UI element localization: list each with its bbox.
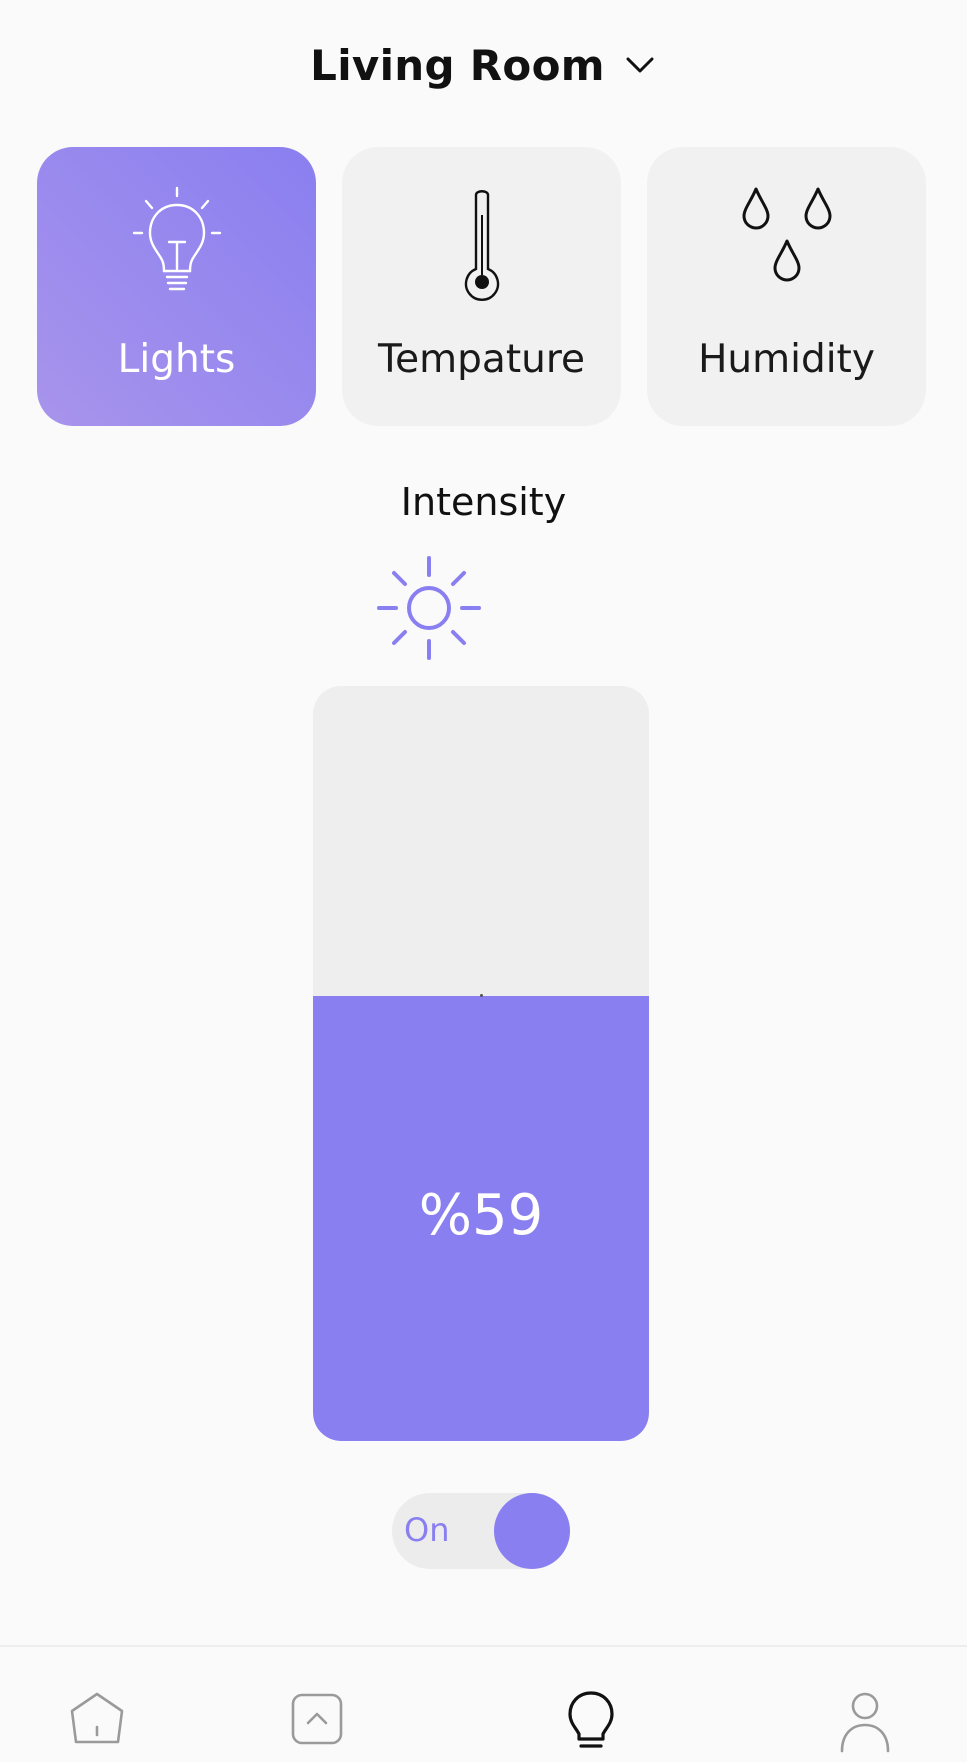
thermometer-icon: [342, 185, 621, 305]
intensity-value: %59: [418, 1182, 544, 1248]
nav-home[interactable]: [62, 1689, 132, 1759]
nav-profile[interactable]: [830, 1689, 900, 1759]
lightbulb-icon: [37, 185, 316, 305]
droplets-icon: [647, 185, 926, 305]
power-toggle[interactable]: On: [392, 1493, 570, 1569]
toggle-knob: [494, 1493, 570, 1569]
intensity-label: Intensity: [400, 480, 567, 524]
nav-lights[interactable]: [556, 1689, 626, 1759]
lightbulb-icon: [561, 1689, 621, 1759]
category-tabs: Lights Tempature Humidity: [37, 147, 926, 426]
user-icon: [835, 1689, 895, 1759]
bottom-nav: [0, 1645, 967, 1762]
arrow-up-box-icon: [287, 1689, 347, 1759]
chevron-down-icon: [623, 48, 657, 82]
intensity-slider[interactable]: %59: [313, 686, 649, 1441]
slider-handle[interactable]: [480, 994, 483, 997]
smart-home-screen: Living Room Lights Tempature Humidity In…: [0, 0, 967, 1762]
home-icon: [67, 1689, 127, 1759]
humidity-card[interactable]: Humidity: [647, 147, 926, 426]
nav-up[interactable]: [282, 1689, 352, 1759]
temperature-card[interactable]: Tempature: [342, 147, 621, 426]
lights-card[interactable]: Lights: [37, 147, 316, 426]
room-title: Living Room: [310, 40, 605, 90]
lights-label: Lights: [117, 337, 236, 382]
sun-icon: [377, 555, 535, 661]
room-selector[interactable]: Living Room: [0, 30, 967, 100]
toggle-label: On: [404, 1511, 450, 1549]
temperature-label: Tempature: [377, 337, 586, 382]
humidity-label: Humidity: [698, 337, 875, 382]
